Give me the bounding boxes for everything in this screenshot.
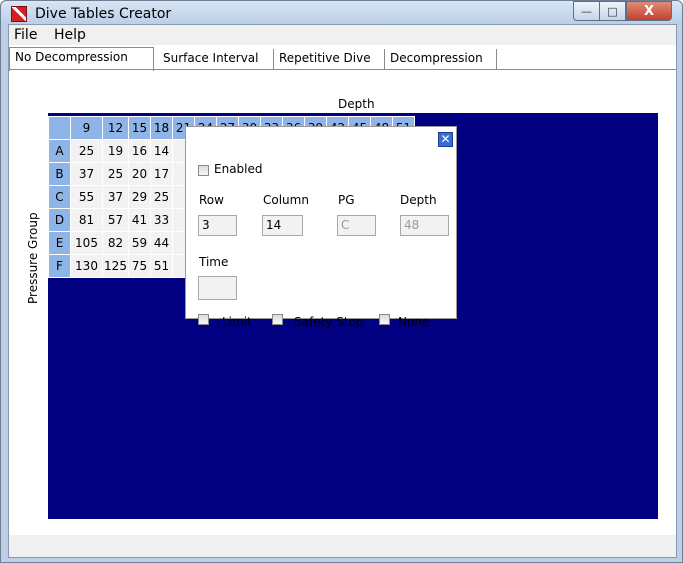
maximize-button[interactable]: □ (599, 1, 626, 21)
depth-header-cell[interactable]: 12 (102, 116, 129, 140)
time-cell[interactable]: 20 (128, 162, 151, 186)
depth-axis-label: Depth (338, 97, 375, 111)
pg-header-cell[interactable]: A (48, 139, 71, 163)
time-cell[interactable]: 55 (70, 185, 103, 209)
time-cell[interactable]: 125 (102, 254, 129, 278)
time-cell[interactable]: 17 (150, 162, 173, 186)
time-cell[interactable]: 57 (102, 208, 129, 232)
limit-checkbox[interactable] (198, 314, 209, 325)
menu-help[interactable]: Help (54, 27, 86, 43)
close-button[interactable]: X (626, 1, 672, 21)
tab-no-decompression[interactable]: No Decompression (9, 47, 154, 71)
pg-field: C (337, 215, 376, 236)
depth-field: 48 (400, 215, 449, 236)
time-cell[interactable]: 44 (150, 231, 173, 255)
enabled-label: Enabled (214, 162, 263, 176)
time-field (198, 276, 237, 300)
time-cell[interactable]: 59 (128, 231, 151, 255)
corner-cell (48, 116, 71, 140)
time-cell[interactable]: 82 (102, 231, 129, 255)
time-cell[interactable]: 130 (70, 254, 103, 278)
limit-label: Limit (222, 315, 252, 329)
time-cell[interactable]: 33 (150, 208, 173, 232)
time-cell[interactable]: 51 (150, 254, 173, 278)
pg-header-cell[interactable]: E (48, 231, 71, 255)
menu-file[interactable]: File (14, 27, 37, 43)
time-cell[interactable]: 29 (128, 185, 151, 209)
time-cell[interactable]: 25 (102, 162, 129, 186)
depth-label: Depth (400, 193, 437, 207)
safety-stop-checkbox[interactable] (272, 314, 283, 325)
row-label: Row (199, 193, 224, 207)
time-cell[interactable]: 37 (102, 185, 129, 209)
time-cell[interactable]: 75 (128, 254, 151, 278)
row-field[interactable]: 3 (198, 215, 237, 236)
cell-editor-popup: Enabled ✕ Row Column PG Depth 3 14 C 48 … (185, 126, 457, 329)
app-logo-icon (11, 6, 27, 22)
time-cell[interactable]: 14 (150, 139, 173, 163)
tab-divider (9, 69, 676, 70)
none-label: None (398, 315, 430, 329)
time-cell[interactable]: 41 (128, 208, 151, 232)
depth-header-cell[interactable]: 9 (70, 116, 103, 140)
tab-strip: No Decompression Surface Interval Repeti… (9, 47, 676, 71)
menu-bar: File Help (9, 25, 676, 45)
time-cell[interactable]: 105 (70, 231, 103, 255)
time-cell[interactable]: 16 (128, 139, 151, 163)
none-checkbox[interactable] (379, 314, 390, 325)
depth-header-cell[interactable]: 15 (128, 116, 151, 140)
column-label: Column (263, 193, 309, 207)
pg-header-cell[interactable]: F (48, 254, 71, 278)
tab-surface-interval[interactable]: Surface Interval (158, 49, 274, 69)
title-bar[interactable]: Dive Tables Creator — □ X (1, 1, 682, 24)
time-cell[interactable]: 25 (150, 185, 173, 209)
time-label: Time (199, 255, 229, 269)
popup-close-button[interactable]: ✕ (438, 132, 453, 147)
time-cell[interactable]: 37 (70, 162, 103, 186)
tab-repetitive-dive[interactable]: Repetitive Dive (274, 49, 385, 69)
tab-decompression[interactable]: Decompression (385, 49, 497, 69)
status-strip (9, 535, 676, 557)
time-cell[interactable]: 81 (70, 208, 103, 232)
enabled-checkbox[interactable] (198, 165, 209, 176)
minimize-button[interactable]: — (573, 1, 600, 21)
pg-label: PG (338, 193, 355, 207)
depth-header-cell[interactable]: 18 (150, 116, 173, 140)
column-field[interactable]: 14 (262, 215, 303, 236)
safety-stop-label: Safety Stop (294, 315, 364, 329)
time-cell[interactable]: 25 (70, 139, 103, 163)
time-cell[interactable]: 19 (102, 139, 129, 163)
window-title: Dive Tables Creator (35, 6, 172, 22)
pg-header-cell[interactable]: C (48, 185, 71, 209)
pg-header-cell[interactable]: D (48, 208, 71, 232)
pressure-group-axis-label: Pressure Group (26, 212, 40, 304)
pg-header-cell[interactable]: B (48, 162, 71, 186)
